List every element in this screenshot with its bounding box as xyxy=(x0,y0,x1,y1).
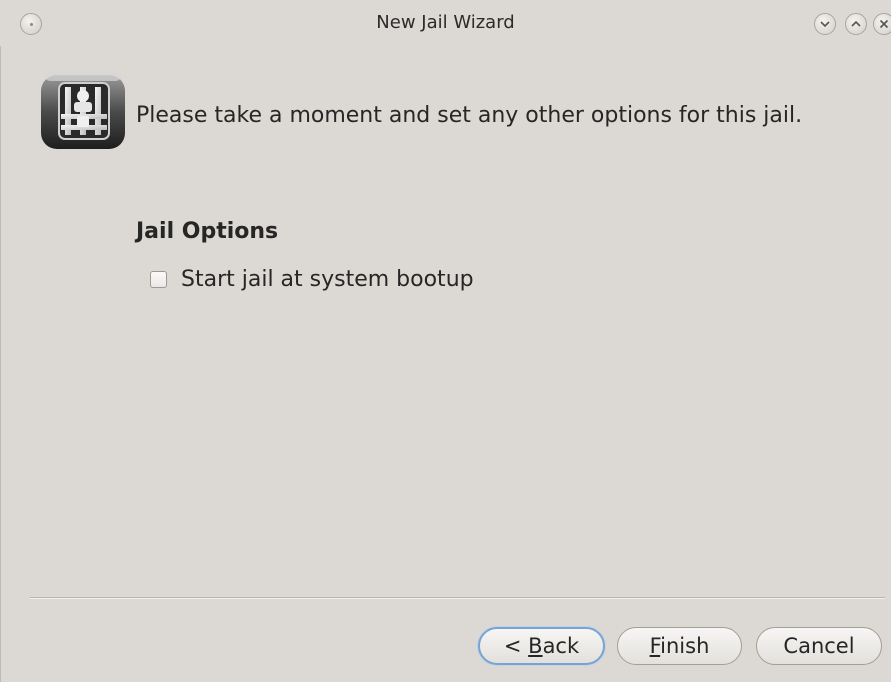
minimize-icon[interactable] xyxy=(814,13,836,35)
window-title: New Jail Wizard xyxy=(376,12,515,33)
back-button-prefix: < xyxy=(503,634,529,658)
finish-button[interactable]: Finish xyxy=(617,627,742,665)
start-at-boot-option[interactable]: Start jail at system bootup xyxy=(150,263,474,295)
back-button-mnemonic: B xyxy=(528,634,543,658)
window-border xyxy=(0,46,1,682)
finish-button-rest: inish xyxy=(660,634,710,658)
close-icon[interactable] xyxy=(873,13,891,35)
jail-icon xyxy=(37,69,129,153)
start-at-boot-label[interactable]: Start jail at system bootup xyxy=(181,267,474,292)
cancel-button[interactable]: Cancel xyxy=(756,627,882,665)
back-button-rest: ack xyxy=(542,634,580,658)
title-bar[interactable]: New Jail Wizard xyxy=(0,0,891,46)
button-divider xyxy=(30,597,885,599)
start-at-boot-checkbox[interactable] xyxy=(150,270,167,288)
finish-button-mnemonic: F xyxy=(649,634,661,658)
wizard-intro-text: Please take a moment and set any other o… xyxy=(136,103,803,128)
back-button[interactable]: < Back xyxy=(478,627,605,665)
maximize-icon[interactable] xyxy=(845,13,867,35)
jail-options-heading: Jail Options xyxy=(136,219,279,244)
